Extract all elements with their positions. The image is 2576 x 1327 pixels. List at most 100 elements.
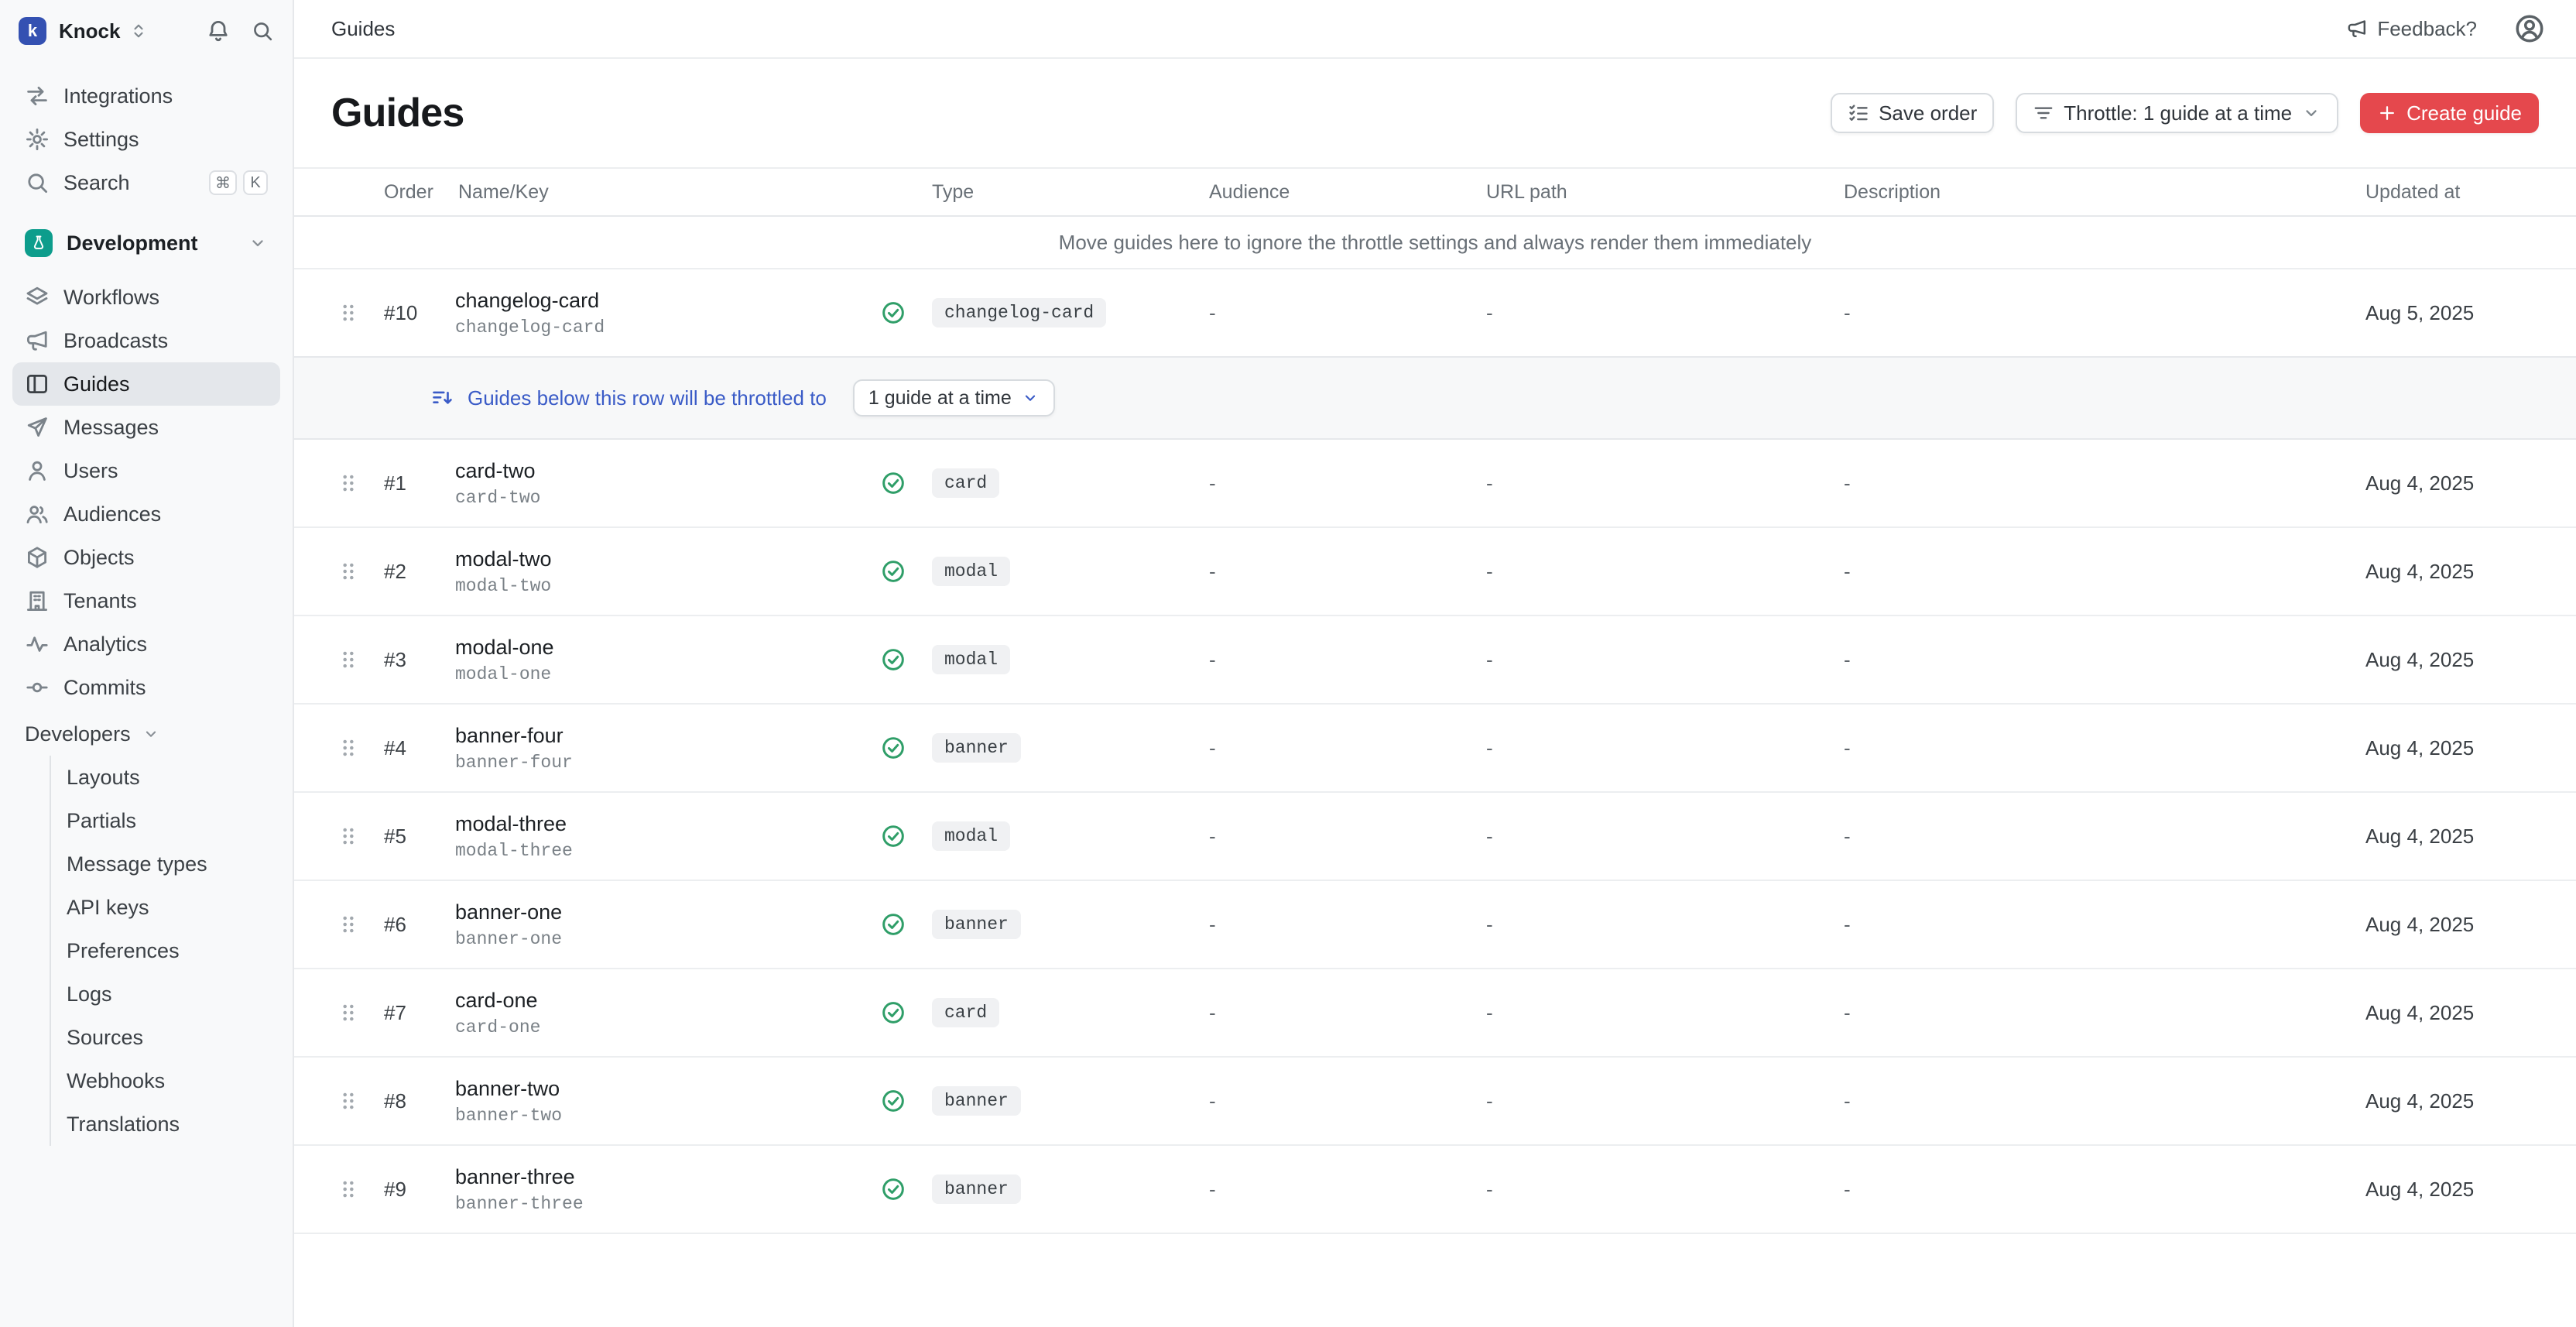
sidebar-subitem-translations[interactable]: Translations	[51, 1102, 293, 1146]
guide-audience: -	[1197, 1001, 1474, 1025]
unthrottled-rows: #10 changelog-card changelog-card change…	[294, 269, 2576, 356]
throttle-divider-link[interactable]: Guides below this row will be throttled …	[468, 386, 827, 410]
guide-row-modal-two[interactable]: #2 modal-two modal-two modal - - - Aug 4…	[294, 528, 2576, 616]
chevron-down-icon	[142, 725, 160, 743]
breadcrumb: Guides	[331, 17, 395, 41]
drag-handle[interactable]	[337, 471, 360, 495]
drag-handle[interactable]	[337, 1001, 360, 1024]
sidebar-item-tenants[interactable]: Tenants	[12, 579, 280, 622]
guide-type-badge: card	[932, 998, 999, 1027]
sidebar-subitem-api-keys[interactable]: API keys	[51, 886, 293, 929]
drag-handle[interactable]	[337, 560, 360, 583]
sidebar-item-objects[interactable]: Objects	[12, 536, 280, 579]
guide-url-path: -	[1474, 1001, 1831, 1025]
sidebar-subitem-layouts[interactable]: Layouts	[51, 756, 293, 799]
guide-row-modal-three[interactable]: #5 modal-three modal-three modal - - - A…	[294, 793, 2576, 881]
feedback-button[interactable]: Feedback?	[2346, 17, 2477, 41]
drag-handle[interactable]	[337, 913, 360, 936]
guide-key: card-one	[455, 1017, 540, 1037]
guide-row-banner-one[interactable]: #6 banner-one banner-one banner - - - Au…	[294, 881, 2576, 969]
sidebar-subitem-partials[interactable]: Partials	[51, 799, 293, 842]
column-header-name-key: Name/Key	[446, 181, 867, 204]
search-icon[interactable]	[251, 19, 274, 43]
drag-handle[interactable]	[337, 301, 360, 324]
drag-handle[interactable]	[337, 825, 360, 848]
sidebar-item-commits[interactable]: Commits	[12, 666, 280, 709]
sidebar-subitem-label: Partials	[67, 809, 136, 833]
workspace-switcher[interactable]: k Knock	[0, 0, 293, 62]
sidebar-item-label: Settings	[63, 128, 139, 152]
guide-row-modal-one[interactable]: #3 modal-one modal-one modal - - - Aug 4…	[294, 616, 2576, 705]
sidebar-item-analytics[interactable]: Analytics	[12, 622, 280, 666]
drag-handle[interactable]	[337, 1089, 360, 1113]
analytics-icon	[25, 632, 50, 657]
drag-handle[interactable]	[337, 736, 360, 760]
sidebar-item-users[interactable]: Users	[12, 449, 280, 492]
guide-updated-at: Aug 4, 2025	[2353, 1089, 2539, 1113]
app-window: k Knock Integrations Settings Search ⌘ K	[0, 0, 2576, 1327]
throttle-sort-icon	[430, 386, 454, 410]
guide-row-banner-three[interactable]: #9 banner-three banner-three banner - - …	[294, 1146, 2576, 1234]
guide-order: #1	[372, 471, 446, 495]
guide-row-banner-four[interactable]: #4 banner-four banner-four banner - - - …	[294, 705, 2576, 793]
broadcasts-icon	[25, 328, 50, 353]
guide-name: modal-three	[455, 812, 567, 836]
notifications-bell-icon[interactable]	[206, 19, 231, 43]
environment-label: Development	[67, 231, 198, 255]
save-order-button[interactable]: Save order	[1831, 93, 1994, 133]
tenants-icon	[25, 588, 50, 613]
guide-url-path: -	[1474, 825, 1831, 849]
guide-row-changelog-card[interactable]: #10 changelog-card changelog-card change…	[294, 269, 2576, 356]
sidebar-item-audiences[interactable]: Audiences	[12, 492, 280, 536]
create-guide-button[interactable]: Create guide	[2360, 93, 2539, 133]
guide-type-badge: modal	[932, 645, 1010, 674]
guide-order: #3	[372, 648, 446, 672]
sidebar-item-settings[interactable]: Settings	[12, 118, 280, 161]
guide-audience: -	[1197, 301, 1474, 325]
environment-selector[interactable]: Development	[12, 220, 280, 266]
drop-zone-notice: Move guides here to ignore the throttle …	[294, 217, 2576, 269]
sidebar-item-search[interactable]: Search ⌘ K	[12, 161, 280, 204]
table-header: Order Name/Key Type Audience URL path De…	[294, 167, 2576, 217]
sidebar-item-label: Commits	[63, 676, 146, 700]
page-header: Guides Save order Throttle: 1 guide at a…	[294, 59, 2576, 167]
drag-handle[interactable]	[337, 1178, 360, 1201]
throttle-count-dropdown[interactable]: 1 guide at a time	[853, 379, 1055, 417]
guide-updated-at: Aug 5, 2025	[2353, 301, 2539, 325]
sidebar-subitem-logs[interactable]: Logs	[51, 972, 293, 1016]
sidebar-subitem-preferences[interactable]: Preferences	[51, 929, 293, 972]
guide-audience: -	[1197, 913, 1474, 937]
guide-key: card-two	[455, 488, 540, 508]
settings-icon	[25, 127, 50, 152]
sidebar-item-guides[interactable]: Guides	[12, 362, 280, 406]
sidebar-item-label: Objects	[63, 546, 135, 570]
guide-row-card-two[interactable]: #1 card-two card-two card - - - Aug 4, 2…	[294, 440, 2576, 528]
audiences-icon	[25, 502, 50, 526]
guide-url-path: -	[1474, 560, 1831, 584]
sidebar-subitem-sources[interactable]: Sources	[51, 1016, 293, 1059]
drag-handle[interactable]	[337, 648, 360, 671]
column-header-description: Description	[1831, 181, 2353, 204]
guide-description: -	[1831, 1089, 2353, 1113]
guide-description: -	[1831, 471, 2353, 495]
sidebar-subitem-label: Layouts	[67, 766, 140, 790]
avatar[interactable]	[2514, 13, 2545, 44]
guide-order: #5	[372, 825, 446, 849]
guide-type-badge: modal	[932, 557, 1010, 586]
guide-name: changelog-card	[455, 289, 599, 313]
guide-row-banner-two[interactable]: #8 banner-two banner-two banner - - - Au…	[294, 1058, 2576, 1146]
sidebar-item-messages[interactable]: Messages	[12, 406, 280, 449]
guide-name: banner-four	[455, 724, 564, 748]
sidebar-item-broadcasts[interactable]: Broadcasts	[12, 319, 280, 362]
sidebar-subitem-message-types[interactable]: Message types	[51, 842, 293, 886]
guide-url-path: -	[1474, 471, 1831, 495]
sidebar-item-workflows[interactable]: Workflows	[12, 276, 280, 319]
developers-section-toggle[interactable]: Developers	[0, 712, 293, 756]
sidebar-subitem-webhooks[interactable]: Webhooks	[51, 1059, 293, 1102]
sidebar-item-label: Guides	[63, 372, 130, 396]
search-icon	[25, 170, 50, 195]
throttle-dropdown-button[interactable]: Throttle: 1 guide at a time	[2016, 93, 2338, 133]
guides-table: Order Name/Key Type Audience URL path De…	[294, 167, 2576, 1234]
guide-row-card-one[interactable]: #7 card-one card-one card - - - Aug 4, 2…	[294, 969, 2576, 1058]
sidebar-item-integrations[interactable]: Integrations	[12, 74, 280, 118]
